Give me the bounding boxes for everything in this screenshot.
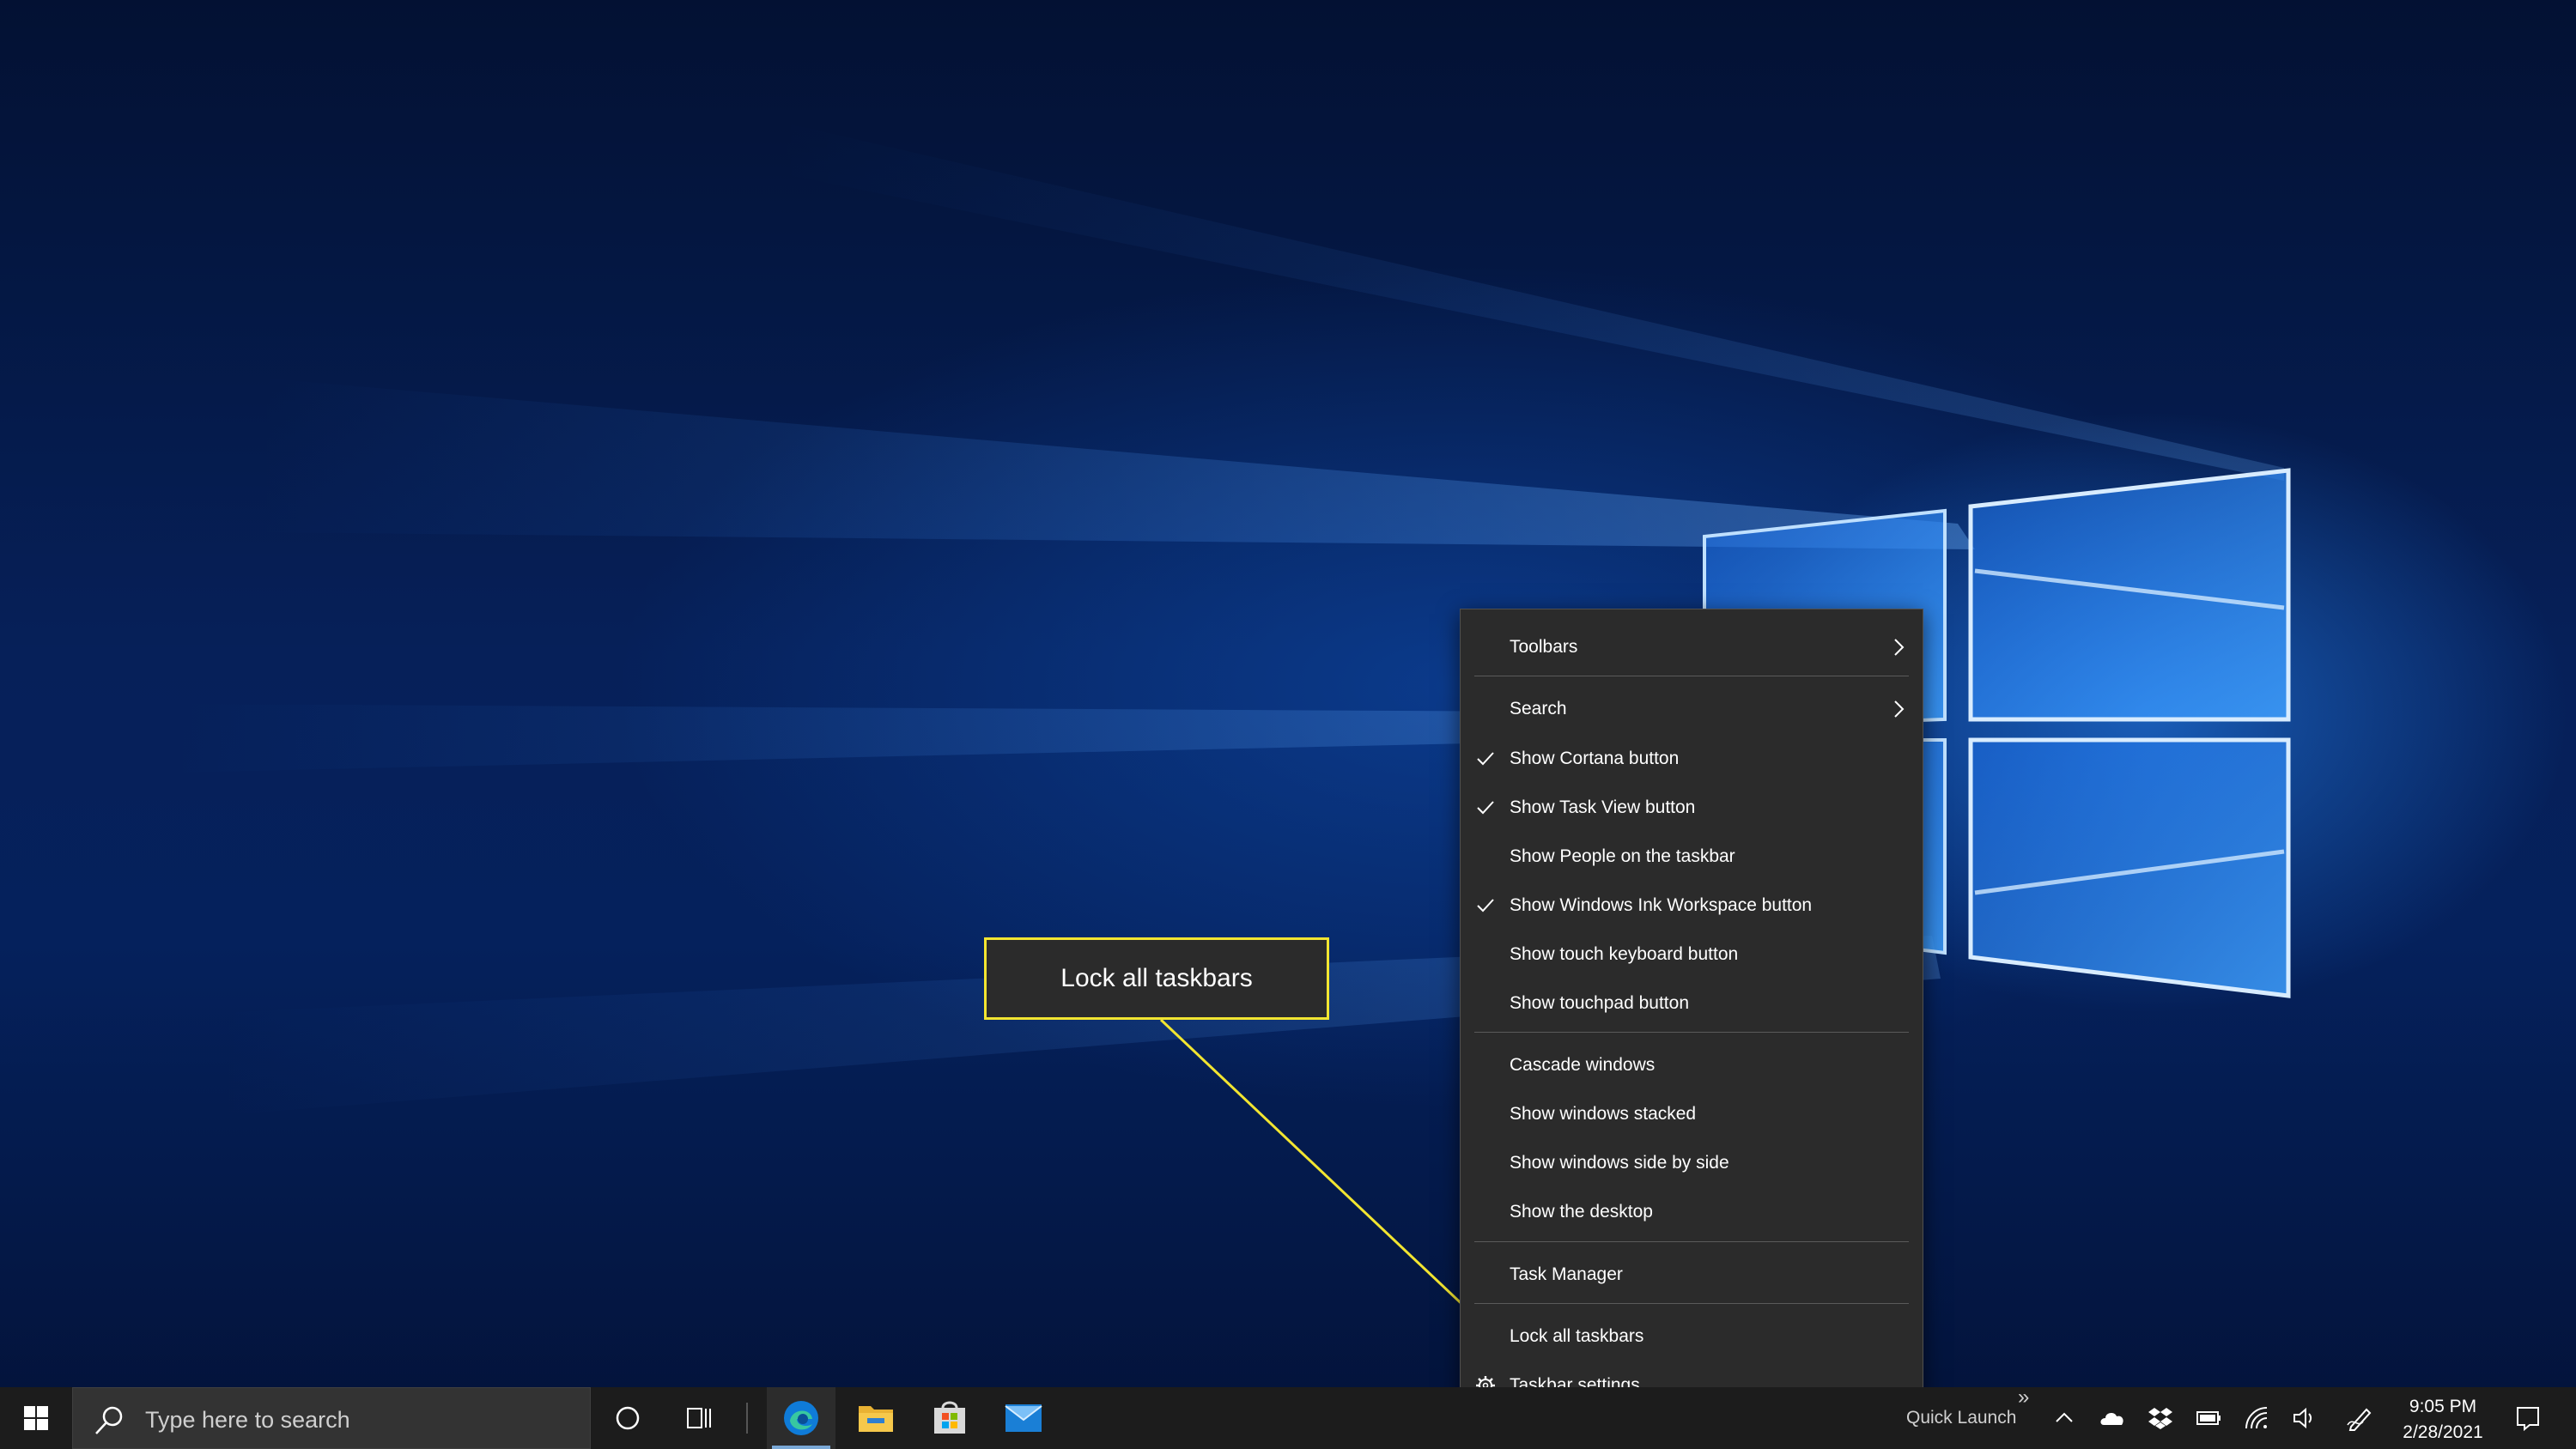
menu-item-show-windows-side-by-side[interactable]: Show windows side by side xyxy=(1461,1139,1923,1187)
menu-item-label: Show touchpad button xyxy=(1510,993,1689,1013)
menu-item-cascade-windows[interactable]: Cascade windows xyxy=(1461,1041,1923,1089)
menu-item-label: Task Manager xyxy=(1510,1264,1623,1284)
show-hidden-icons-icon[interactable] xyxy=(2050,1404,2078,1432)
menu-item-show-touchpad[interactable]: Show touchpad button xyxy=(1461,979,1923,1028)
menu-item-search[interactable]: Search xyxy=(1461,685,1923,733)
start-button[interactable] xyxy=(0,1387,72,1449)
menu-item-label: Show Cortana button xyxy=(1510,749,1680,768)
edge-icon xyxy=(784,1401,818,1435)
active-app-indicator xyxy=(772,1446,830,1449)
windows-logo-icon xyxy=(24,1406,48,1430)
taskbar: Type here to search Quick Launch » 9:05 … xyxy=(0,1385,2576,1449)
menu-item-label: Show the desktop xyxy=(1510,1202,1653,1222)
wifi-icon[interactable] xyxy=(2243,1404,2270,1432)
checkmark-icon xyxy=(1477,899,1494,912)
taskbar-divider xyxy=(746,1403,748,1434)
menu-separator xyxy=(1474,1241,1909,1242)
menu-item-label: Show Windows Ink Workspace button xyxy=(1510,895,1813,915)
file-explorer-icon xyxy=(859,1406,893,1432)
search-icon xyxy=(95,1406,123,1434)
menu-item-show-task-view-button[interactable]: Show Task View button xyxy=(1461,784,1923,832)
taskbar-app-microsoft-store[interactable] xyxy=(915,1387,984,1449)
menu-item-show-desktop[interactable]: Show the desktop xyxy=(1461,1188,1923,1236)
menu-item-label: Show touch keyboard button xyxy=(1510,944,1739,964)
system-clock[interactable]: 9:05 PM 2/28/2021 xyxy=(2387,1394,2499,1446)
taskbar-app-file-explorer[interactable] xyxy=(841,1387,910,1449)
cortana-button[interactable] xyxy=(599,1387,656,1449)
menu-item-label: Search xyxy=(1510,699,1567,718)
menu-item-show-touch-keyboard[interactable]: Show touch keyboard button xyxy=(1461,931,1923,979)
menu-item-label: Show People on the taskbar xyxy=(1510,846,1735,866)
clock-time: 9:05 PM xyxy=(2409,1397,2477,1416)
menu-item-label: Show windows stacked xyxy=(1510,1104,1697,1124)
menu-item-show-windows-ink[interactable]: Show Windows Ink Workspace button xyxy=(1461,882,1923,930)
cortana-circle-icon xyxy=(616,1406,640,1430)
quick-launch-toolbar-label[interactable]: Quick Launch xyxy=(1906,1408,2016,1428)
menu-item-show-people[interactable]: Show People on the taskbar xyxy=(1461,833,1923,881)
menu-separator xyxy=(1474,1032,1909,1033)
clock-date: 2/28/2021 xyxy=(2403,1422,2483,1442)
menu-separator xyxy=(1474,1303,1909,1304)
taskbar-context-menu: Toolbars Search Show Cortana button Show… xyxy=(1460,609,1923,1417)
checkmark-icon xyxy=(1477,801,1494,815)
menu-item-label: Cascade windows xyxy=(1510,1055,1656,1075)
menu-item-label: Show windows side by side xyxy=(1510,1153,1729,1173)
mail-icon xyxy=(1005,1404,1042,1432)
menu-item-lock-all-taskbars[interactable]: Lock all taskbars xyxy=(1461,1313,1923,1361)
checkmark-icon xyxy=(1477,752,1494,766)
quick-launch-chevron[interactable]: » xyxy=(2018,1385,2029,1410)
chevron-right-icon xyxy=(1894,700,1905,718)
taskbar-app-mail[interactable] xyxy=(989,1387,1058,1449)
menu-item-toolbars[interactable]: Toolbars xyxy=(1461,623,1923,671)
menu-item-show-windows-stacked[interactable]: Show windows stacked xyxy=(1461,1090,1923,1138)
menu-item-label: Show Task View button xyxy=(1510,797,1696,817)
menu-item-task-manager[interactable]: Task Manager xyxy=(1461,1251,1923,1299)
dropbox-icon[interactable] xyxy=(2147,1404,2174,1432)
menu-item-label: Lock all taskbars xyxy=(1510,1326,1644,1346)
volume-icon[interactable] xyxy=(2291,1404,2318,1432)
callout-label: Lock all taskbars xyxy=(984,937,1329,1020)
desktop-wallpaper xyxy=(0,0,2576,1449)
onedrive-cloud-icon[interactable] xyxy=(2099,1404,2126,1432)
chevron-right-icon xyxy=(1894,639,1905,656)
windows-ink-pen-icon[interactable] xyxy=(2346,1404,2373,1432)
menu-item-label: Toolbars xyxy=(1510,637,1578,657)
menu-item-show-cortana-button[interactable]: Show Cortana button xyxy=(1461,735,1923,783)
task-view-button[interactable] xyxy=(671,1387,728,1449)
battery-icon[interactable] xyxy=(2195,1404,2222,1432)
windows-logo-light-beams xyxy=(172,120,2291,1116)
task-view-icon xyxy=(687,1408,711,1428)
action-center-notification-icon[interactable] xyxy=(2514,1404,2542,1432)
taskbar-search-box[interactable]: Type here to search xyxy=(72,1387,591,1449)
microsoft-store-icon xyxy=(934,1401,965,1434)
taskbar-app-edge[interactable] xyxy=(767,1387,835,1449)
search-placeholder: Type here to search xyxy=(145,1407,350,1433)
